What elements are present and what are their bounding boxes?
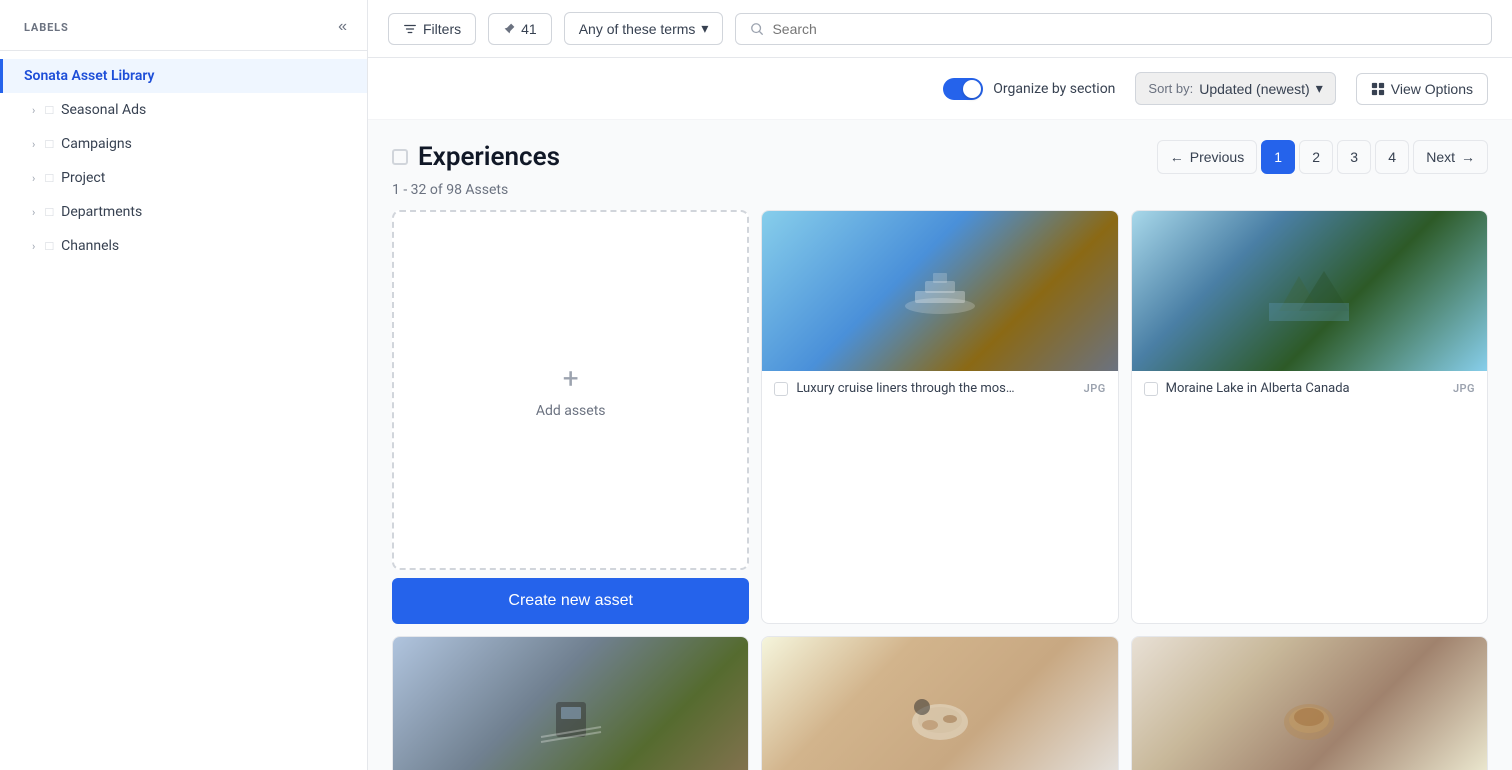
folder-icon: □ (45, 204, 53, 220)
organize-toggle-switch[interactable] (943, 78, 983, 100)
food-thumbnail-svg (900, 687, 980, 747)
asset-card-lake[interactable]: Moraine Lake in Alberta Canada JPG (1131, 210, 1488, 624)
chevron-icon: › (32, 240, 35, 253)
asset-type-cruise: JPG (1084, 382, 1106, 395)
chevron-icon: › (32, 138, 35, 151)
sidebar-item-seasonal[interactable]: › □ Seasonal Ads (0, 93, 367, 127)
page-4-button[interactable]: 4 (1375, 140, 1409, 174)
pin-count-button[interactable]: 41 (488, 13, 552, 45)
lake-thumbnail-svg (1269, 261, 1349, 321)
chevron-icon: › (32, 104, 35, 117)
sidebar-item-label: Campaigns (61, 136, 132, 152)
sidebar-item-label: Seasonal Ads (61, 102, 146, 118)
filters-button[interactable]: Filters (388, 13, 476, 45)
pin-icon (503, 22, 516, 35)
sidebar-item-label: Channels (61, 238, 119, 254)
section-title-row: Experiences (392, 142, 560, 172)
asset-thumbnail-cruise (762, 211, 1117, 371)
sort-prefix: Sort by: (1148, 81, 1193, 96)
asset-grid: + Add assets Create new asset (392, 210, 1488, 770)
asset-name-lake: Moraine Lake in Alberta Canada (1166, 381, 1350, 396)
grid-icon (1371, 82, 1385, 96)
asset-thumbnail-lake (1132, 211, 1487, 371)
page-1-button[interactable]: 1 (1261, 140, 1295, 174)
chevron-icon: › (32, 172, 35, 185)
search-bar (735, 13, 1492, 45)
sidebar-collapse-button[interactable]: « (338, 18, 347, 36)
add-assets-column: + Add assets Create new asset (392, 210, 749, 624)
asset-card-cruise[interactable]: Luxury cruise liners through the most s.… (761, 210, 1118, 624)
section-header: Experiences ← Previous 1 2 3 4 (392, 120, 1488, 182)
sidebar-nav: Sonata Asset Library › □ Seasonal Ads › … (0, 51, 367, 770)
chevron-icon: › (32, 206, 35, 219)
view-options-label: View Options (1391, 81, 1473, 97)
asset-thumbnail-bread (1132, 637, 1487, 770)
previous-button[interactable]: ← Previous (1157, 140, 1257, 174)
main-content: Filters 41 Any of these terms ▾ Organize (368, 0, 1512, 770)
cruise-thumbnail-svg (900, 261, 980, 321)
section-title: Experiences (418, 142, 560, 172)
asset-thumbnail-train (393, 637, 748, 770)
sidebar-item-label: Sonata Asset Library (24, 68, 154, 84)
next-button[interactable]: Next → (1413, 140, 1488, 174)
asset-type-lake: JPG (1453, 382, 1475, 395)
sidebar-item-label: Project (61, 170, 105, 186)
asset-thumbnail-food (762, 637, 1117, 770)
sidebar-item-departments[interactable]: › □ Departments (0, 195, 367, 229)
sidebar-item-campaigns[interactable]: › □ Campaigns (0, 127, 367, 161)
asset-name-cruise: Luxury cruise liners through the most s.… (796, 381, 1016, 396)
page-3-button[interactable]: 3 (1337, 140, 1371, 174)
labels-title: LABELS (24, 21, 69, 34)
asset-count: 1 - 32 of 98 Assets (392, 182, 1488, 210)
chevron-down-icon: ▾ (701, 20, 708, 37)
folder-icon: □ (45, 238, 53, 254)
train-thumbnail-svg (531, 687, 611, 747)
options-bar: Organize by section Sort by: Updated (ne… (368, 58, 1512, 120)
sidebar-item-label: Departments (61, 204, 142, 220)
toggle-knob (963, 80, 981, 98)
search-icon (750, 22, 764, 36)
sort-value: Updated (newest) (1199, 81, 1310, 97)
sidebar-item-channels[interactable]: › □ Channels (0, 229, 367, 263)
asset-checkbox-lake[interactable] (1144, 382, 1158, 396)
content-area: Experiences ← Previous 1 2 3 4 (368, 120, 1512, 770)
filter-bar: Filters 41 Any of these terms ▾ (368, 0, 1512, 58)
asset-footer-cruise: Luxury cruise liners through the most s.… (762, 371, 1117, 406)
right-arrow-icon: → (1461, 149, 1475, 165)
sort-chevron-icon: ▾ (1316, 80, 1323, 97)
pagination: ← Previous 1 2 3 4 Next → (1157, 140, 1488, 174)
left-arrow-icon: ← (1170, 149, 1184, 165)
search-input[interactable] (772, 21, 1477, 37)
view-options-button[interactable]: View Options (1356, 73, 1488, 105)
organize-label: Organize by section (993, 81, 1115, 97)
sort-dropdown-button[interactable]: Sort by: Updated (newest) ▾ (1135, 72, 1335, 105)
folder-icon: □ (45, 102, 53, 118)
folder-icon: □ (45, 170, 53, 186)
add-assets-label: Add assets (536, 403, 606, 419)
sidebar: LABELS « Sonata Asset Library › □ Season… (0, 0, 368, 770)
terms-dropdown-button[interactable]: Any of these terms ▾ (564, 12, 724, 45)
add-assets-card[interactable]: + Add assets (392, 210, 749, 570)
filter-icon (403, 22, 417, 36)
asset-card-food[interactable]: Culinary-Japan-603945 JPEG (761, 636, 1118, 770)
folder-icon: □ (45, 136, 53, 152)
sidebar-header: LABELS « (0, 0, 367, 51)
create-asset-button[interactable]: Create new asset (392, 578, 749, 624)
organize-toggle: Organize by section (943, 78, 1115, 100)
section-checkbox[interactable] (392, 149, 408, 165)
asset-card-train[interactable]: Take a train through the Swiss Alps GIF (392, 636, 749, 770)
asset-footer-lake: Moraine Lake in Alberta Canada JPG (1132, 371, 1487, 406)
sidebar-item-sonata[interactable]: Sonata Asset Library (0, 59, 367, 93)
bread-thumbnail-svg (1269, 687, 1349, 747)
sidebar-item-project[interactable]: › □ Project (0, 161, 367, 195)
collapse-icon: « (338, 18, 347, 36)
page-2-button[interactable]: 2 (1299, 140, 1333, 174)
asset-checkbox-cruise[interactable] (774, 382, 788, 396)
asset-card-bread[interactable]: Florence-piece-of-kneaded-raw-dough JPG (1131, 636, 1488, 770)
add-assets-plus-icon: + (563, 362, 579, 395)
